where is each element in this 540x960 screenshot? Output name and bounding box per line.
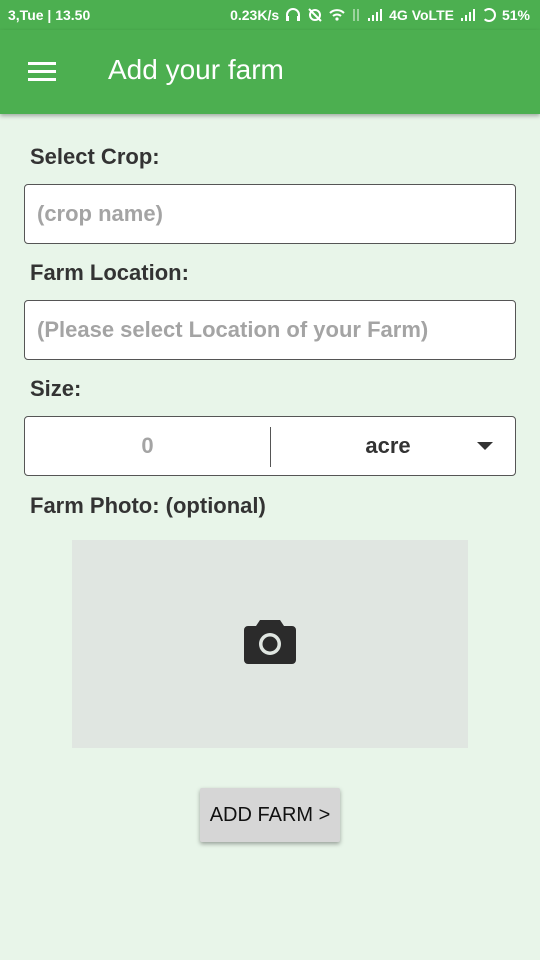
photo-label: Farm Photo: (optional) xyxy=(30,493,266,518)
page-title: Add your farm xyxy=(108,54,284,85)
unit-value: acre xyxy=(365,433,411,458)
battery-level: 51% xyxy=(501,7,530,23)
location-label: Farm Location: xyxy=(30,260,189,285)
location-field[interactable] xyxy=(24,300,516,360)
app-bar: Add your farm xyxy=(0,30,540,114)
status-bar: 3,Tue | 13.50 0.23K/s 4G VoLTE 51% xyxy=(0,0,540,30)
alarm-off-icon xyxy=(308,8,322,22)
signal-icon-2 xyxy=(460,9,475,21)
location-input[interactable] xyxy=(25,301,515,359)
camera-icon xyxy=(244,620,296,664)
size-input[interactable]: 0 xyxy=(25,417,270,475)
unit-select[interactable]: acre xyxy=(271,417,515,475)
status-indicators: 0.23K/s 4G VoLTE 51% xyxy=(230,7,530,23)
farm-photo-picker[interactable] xyxy=(72,540,468,748)
battery-icon xyxy=(481,8,496,22)
menu-icon[interactable] xyxy=(26,60,58,84)
crop-label: Select Crop: xyxy=(30,144,160,169)
signal-icon xyxy=(368,9,383,21)
dropdown-arrow-icon xyxy=(477,442,493,450)
headphones-icon xyxy=(286,8,301,21)
size-label: Size: xyxy=(30,376,82,401)
status-date-time: 3,Tue | 13.50 xyxy=(8,7,91,23)
crop-input[interactable] xyxy=(25,185,515,243)
network-speed: 0.23K/s xyxy=(230,7,280,23)
size-field: 0 acre xyxy=(24,416,516,476)
wifi-icon xyxy=(329,9,345,21)
crop-field[interactable] xyxy=(24,184,516,244)
network-type: 4G VoLTE xyxy=(389,7,454,23)
add-farm-button[interactable]: ADD FARM > xyxy=(200,788,340,842)
data-transfer-icon xyxy=(353,9,359,21)
